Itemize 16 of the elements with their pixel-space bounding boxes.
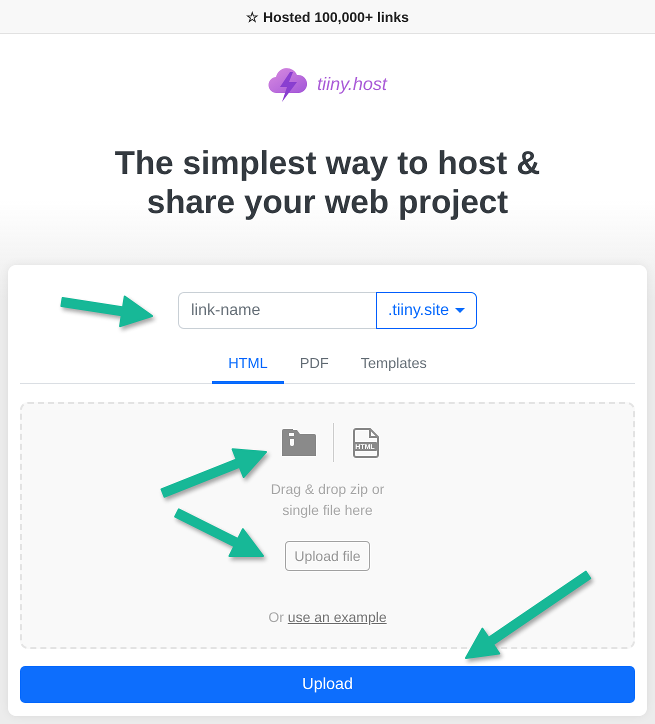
upload-button[interactable]: Upload — [20, 666, 635, 703]
domain-dropdown[interactable]: .tiiny.site — [376, 292, 477, 329]
upload-file-button[interactable]: Upload file — [285, 541, 370, 571]
tab[interactable]: Templates — [344, 346, 443, 384]
headline: The simplest way to host & share your web project — [114, 143, 542, 221]
drop-instruction: Drag & drop zip or single file here — [270, 480, 386, 520]
zip-folder-icon — [282, 429, 316, 456]
cloud-lightning-icon — [268, 67, 308, 102]
example-link[interactable]: use an example — [288, 609, 387, 625]
tab[interactable]: HTML — [212, 346, 284, 384]
tab[interactable]: PDF — [284, 346, 345, 384]
example-prompt: Or use an example — [268, 608, 387, 627]
logo-wordmark: tiiny.host — [317, 74, 387, 95]
caret-icon — [455, 308, 466, 313]
banner-text: ☆ Hosted 100,000+ links — [246, 8, 409, 24]
link-name-field[interactable]: link-name — [178, 292, 376, 329]
